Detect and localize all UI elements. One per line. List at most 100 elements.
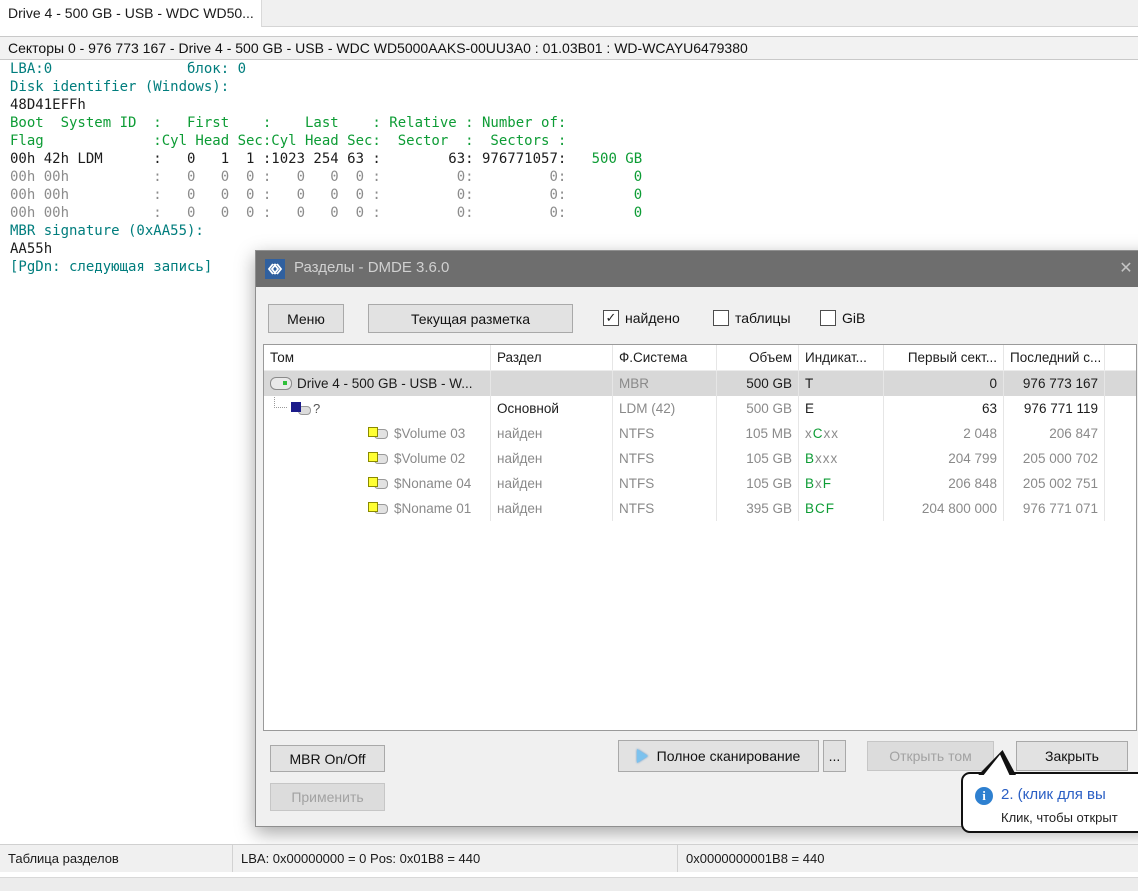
- volume-cell: $Noname 04: [264, 471, 491, 496]
- filesystem-cell: NTFS: [613, 446, 717, 471]
- editor-line: LBA:0 блок: 0: [10, 60, 642, 78]
- indicator-cell: BCF: [799, 496, 884, 521]
- last-sector-cell: 976 771 119: [1004, 396, 1105, 421]
- column-header-3[interactable]: Объем: [717, 345, 799, 370]
- editor-line: Flag :Cyl Head Sec:Cyl Head Sec: Sector …: [10, 132, 642, 150]
- mbr-onoff-button[interactable]: MBR On/Off: [270, 745, 385, 772]
- last-sector-cell: 205 002 751: [1004, 471, 1105, 496]
- table-row[interactable]: $Volume 02найденNTFS105 GBBxxx204 799205…: [264, 446, 1136, 471]
- checked-box-icon[interactable]: ✓: [603, 310, 619, 326]
- hex-editor-text: LBA:0 блок: 0Disk identifier (Windows):4…: [10, 60, 642, 276]
- table-body: Drive 4 - 500 GB - USB - W...MBR500 GBT0…: [264, 371, 1136, 521]
- editor-line: MBR signature (0xAA55):: [10, 222, 642, 240]
- tooltip-title: 2. (клик для вы: [1001, 786, 1106, 803]
- row-filler: [1105, 496, 1136, 521]
- close-button[interactable]: Закрыть: [1016, 741, 1128, 771]
- checkbox-label: найдено: [625, 310, 680, 326]
- table-row[interactable]: $Noname 01найденNTFS395 GBBCF204 800 000…: [264, 496, 1136, 521]
- partition-cell: найден: [491, 471, 613, 496]
- volume-name: $Volume 03: [394, 426, 465, 441]
- full-scan-label: Полное сканирование: [657, 748, 801, 764]
- filesystem-cell: LDM (42): [613, 396, 717, 421]
- checkbox-gib[interactable]: GiB: [820, 310, 865, 326]
- table-row[interactable]: $Volume 03найденNTFS105 MBxCxx2 048206 8…: [264, 421, 1136, 446]
- column-header-4[interactable]: Индикат...: [799, 345, 884, 370]
- indicator-cell: xCxx: [799, 421, 884, 446]
- volume-icon: [368, 427, 389, 440]
- status-position: LBA: 0x00000000 = 0 Pos: 0x01B8 = 440: [233, 845, 678, 872]
- partition-cell: [491, 371, 613, 396]
- volume-icon: [368, 502, 389, 515]
- row-filler: [1105, 471, 1136, 496]
- row-filler: [1105, 421, 1136, 446]
- apply-button[interactable]: Применить: [270, 783, 385, 811]
- volume-name: $Noname 04: [394, 476, 471, 491]
- dmde-app-window: Drive 4 - 500 GB - USB - WDC WD50... Сек…: [0, 0, 1138, 891]
- status-mode: Таблица разделов: [0, 845, 233, 872]
- full-scan-button[interactable]: Полное сканирование: [618, 740, 819, 772]
- column-header-6[interactable]: Последний с...: [1004, 345, 1105, 370]
- indicator-cell: T: [799, 371, 884, 396]
- checkbox-tables[interactable]: таблицы: [713, 310, 791, 326]
- column-header-2[interactable]: Ф.Система: [613, 345, 717, 370]
- editor-line: 48D41EFFh: [10, 96, 642, 114]
- dmde-logo-icon: [265, 259, 285, 279]
- menu-button[interactable]: Меню: [268, 304, 344, 333]
- unchecked-box-icon[interactable]: [713, 310, 729, 326]
- table-row[interactable]: Drive 4 - 500 GB - USB - W...MBR500 GBT0…: [264, 371, 1136, 396]
- partitions-table[interactable]: ТомРазделФ.СистемаОбъемИндикат...Первый …: [263, 344, 1137, 731]
- sector-header: Секторы 0 - 976 773 167 - Drive 4 - 500 …: [0, 36, 1138, 60]
- tab-drive4[interactable]: Drive 4 - 500 GB - USB - WDC WD50...: [0, 0, 262, 27]
- dialog-title: Разделы - DMDE 3.6.0: [294, 259, 449, 276]
- last-sector-cell: 976 773 167: [1004, 371, 1105, 396]
- volume-name: $Volume 02: [394, 451, 465, 466]
- size-cell: 105 MB: [717, 421, 799, 446]
- partition-unknown-icon: [291, 402, 311, 416]
- size-cell: 500 GB: [717, 396, 799, 421]
- column-header-0[interactable]: Том: [264, 345, 491, 370]
- volume-icon: [368, 452, 389, 465]
- hint-tooltip: i 2. (клик для вы Клик, чтобы открыт: [961, 772, 1138, 833]
- column-header-filler: [1105, 345, 1136, 370]
- size-cell: 105 GB: [717, 471, 799, 496]
- last-sector-cell: 976 771 071: [1004, 496, 1105, 521]
- checkbox-found[interactable]: ✓ найдено: [603, 310, 680, 326]
- partitions-dialog: Разделы - DMDE 3.6.0 ✕ Меню Текущая разм…: [255, 250, 1138, 827]
- info-icon: i: [975, 787, 993, 805]
- editor-line: 00h 42h LDM : 0 1 1 :1023 254 63 : 63: 9…: [10, 150, 642, 168]
- size-cell: 500 GB: [717, 371, 799, 396]
- first-sector-cell: 63: [884, 396, 1004, 421]
- indicator-cell: BxF: [799, 471, 884, 496]
- tree-elbow: [274, 396, 287, 408]
- dialog-titlebar[interactable]: Разделы - DMDE 3.6.0 ✕: [256, 251, 1138, 287]
- table-row[interactable]: ? ОсновнойLDM (42)500 GBE63976 771 119: [264, 396, 1136, 421]
- column-header-5[interactable]: Первый сект...: [884, 345, 1004, 370]
- table-row[interactable]: $Noname 04найденNTFS105 GBBxF206 848205 …: [264, 471, 1136, 496]
- current-layout-button[interactable]: Текущая разметка: [368, 304, 573, 333]
- open-volume-button[interactable]: Открыть том: [867, 741, 994, 771]
- partition-cell: Основной: [491, 396, 613, 421]
- table-header-row: ТомРазделФ.СистемаОбъемИндикат...Первый …: [264, 345, 1136, 371]
- column-header-1[interactable]: Раздел: [491, 345, 613, 370]
- indicator-cell: E: [799, 396, 884, 421]
- last-sector-cell: 206 847: [1004, 421, 1105, 446]
- volume-name: Drive 4 - 500 GB - USB - W...: [297, 376, 473, 391]
- status-offset: 0x0000000001B8 = 440: [678, 845, 1138, 872]
- editor-line: 00h 00h : 0 0 0 : 0 0 0 : 0: 0: 0: [10, 204, 642, 222]
- first-sector-cell: 0: [884, 371, 1004, 396]
- unchecked-box-icon[interactable]: [820, 310, 836, 326]
- volume-icon: [368, 477, 389, 490]
- window-bottom-strip: [0, 877, 1138, 891]
- row-filler: [1105, 446, 1136, 471]
- checkbox-label: GiB: [842, 310, 865, 326]
- drive-icon: [270, 377, 292, 390]
- scan-options-button[interactable]: ...: [823, 740, 846, 772]
- editor-line: Disk identifier (Windows):: [10, 78, 642, 96]
- close-icon[interactable]: ✕: [1114, 257, 1138, 281]
- row-filler: [1105, 396, 1136, 421]
- question-mark: ?: [313, 401, 320, 416]
- tooltip-body: Клик, чтобы открыт: [1001, 810, 1118, 825]
- volume-cell: $Volume 03: [264, 421, 491, 446]
- first-sector-cell: 206 848: [884, 471, 1004, 496]
- row-filler: [1105, 371, 1136, 396]
